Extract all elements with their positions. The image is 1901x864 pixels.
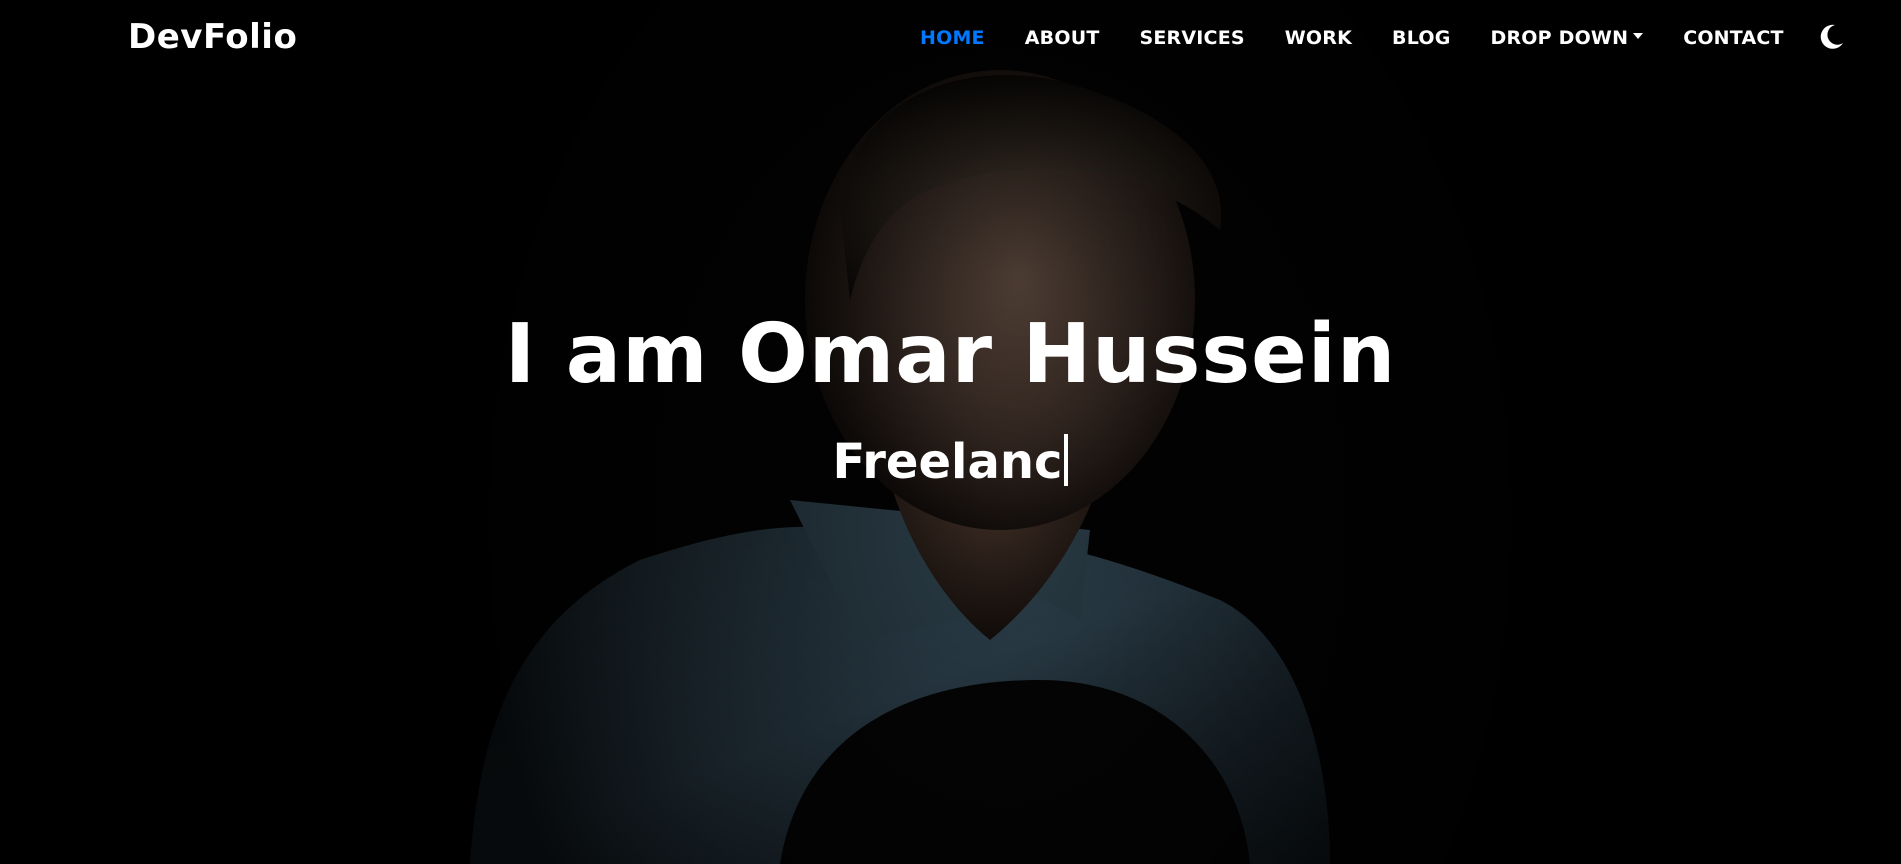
nav-item-home[interactable]: HOME: [920, 27, 985, 49]
nav-item-blog[interactable]: BLOG: [1392, 27, 1450, 49]
nav-item-label: SERVICES: [1139, 27, 1245, 49]
brand-logo[interactable]: DevFolio: [128, 17, 297, 57]
hero-title: I am Omar Hussein: [504, 307, 1397, 402]
typed-text: Freelanc: [832, 434, 1063, 491]
nav-menu: HOME ABOUT SERVICES WORK BLOG DROP DOWN …: [900, 27, 1804, 49]
caret-down-icon: [1633, 33, 1644, 39]
nav-item-dropdown[interactable]: DROP DOWN: [1491, 27, 1644, 49]
theme-toggle-button[interactable]: [1816, 22, 1846, 52]
nav-item-label: ABOUT: [1024, 27, 1100, 49]
typing-cursor: [1064, 434, 1069, 487]
nav-item-about[interactable]: ABOUT: [1025, 27, 1100, 49]
nav-item-label: CONTACT: [1683, 27, 1784, 49]
nav-item-label: HOME: [920, 27, 985, 49]
nav-item-work[interactable]: WORK: [1285, 27, 1352, 49]
hero-typed-subtitle: Freelanc: [0, 434, 1901, 489]
nav-item-label: BLOG: [1392, 27, 1451, 49]
hero-section: DevFolio HOME ABOUT SERVICES WORK BLOG D…: [0, 0, 1901, 864]
hero-content: I am Omar Hussein Freelanc: [0, 307, 1901, 489]
moon-icon: [1820, 24, 1843, 49]
nav-item-services[interactable]: SERVICES: [1139, 27, 1244, 49]
top-navbar: DevFolio HOME ABOUT SERVICES WORK BLOG D…: [0, 0, 1901, 78]
nav-item-label: WORK: [1284, 27, 1353, 49]
nav-item-label: DROP DOWN: [1490, 27, 1629, 49]
nav-item-contact[interactable]: CONTACT: [1683, 27, 1784, 49]
